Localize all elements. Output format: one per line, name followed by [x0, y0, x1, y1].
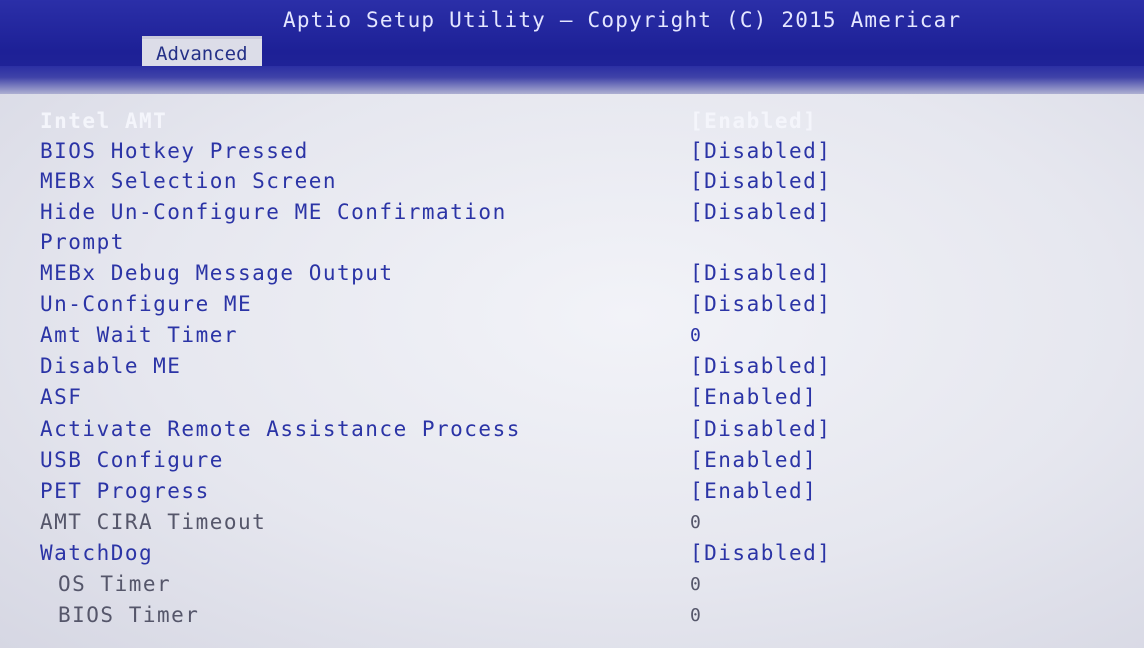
- setting-row-watchdog[interactable]: WatchDog [Disabled]: [0, 538, 1144, 569]
- setting-label: Disable ME: [40, 354, 182, 378]
- settings-panel: Intel AMT [Enabled] BIOS Hotkey Pressed …: [0, 94, 1144, 648]
- setting-value[interactable]: [Disabled]: [690, 258, 831, 289]
- setting-row-pet-progress[interactable]: PET Progress [Enabled]: [0, 476, 1144, 507]
- setting-row-os-timer: OS Timer 0: [0, 569, 1144, 600]
- setting-value[interactable]: [Enabled]: [690, 476, 817, 507]
- setting-value: 0: [690, 605, 703, 626]
- setting-value[interactable]: [Disabled]: [690, 166, 831, 197]
- setting-value[interactable]: [Disabled]: [690, 136, 831, 167]
- setting-row-bios-hotkey-pressed[interactable]: BIOS Hotkey Pressed [Disabled]: [0, 136, 1144, 167]
- setting-value[interactable]: [Enabled]: [690, 106, 817, 137]
- setting-row-disable-me[interactable]: Disable ME [Disabled]: [0, 351, 1144, 382]
- setting-value: 0: [690, 512, 703, 533]
- setting-label: Prompt: [40, 230, 125, 254]
- setting-label: ASF: [40, 385, 83, 409]
- setting-value[interactable]: [Disabled]: [690, 351, 831, 382]
- setting-label: BIOS Hotkey Pressed: [40, 139, 309, 163]
- setting-value[interactable]: 0: [690, 320, 702, 351]
- setting-label: MEBx Debug Message Output: [40, 261, 394, 285]
- setting-row-bios-timer: BIOS Timer 0: [0, 600, 1144, 631]
- setting-label: AMT CIRA Timeout: [40, 510, 267, 534]
- setting-row-usb-configure[interactable]: USB Configure [Enabled]: [0, 445, 1144, 476]
- setting-row-amt-wait-timer[interactable]: Amt Wait Timer 0: [0, 320, 1144, 351]
- setting-row-intel-amt[interactable]: Intel AMT [Enabled]: [0, 106, 1144, 137]
- setting-row-mebx-debug-message-output[interactable]: MEBx Debug Message Output [Disabled]: [0, 258, 1144, 289]
- setting-row-prompt-continuation: Prompt: [0, 227, 1144, 258]
- setting-value[interactable]: [Disabled]: [690, 414, 831, 445]
- setting-row-hide-unconfigure-me-confirmation[interactable]: Hide Un-Configure ME Confirmation [Disab…: [0, 197, 1144, 228]
- setting-row-unconfigure-me[interactable]: Un-Configure ME [Disabled]: [0, 289, 1144, 320]
- setting-label: USB Configure: [40, 448, 224, 472]
- setting-value[interactable]: [Disabled]: [690, 197, 831, 228]
- setting-label: BIOS Timer: [58, 603, 200, 627]
- setting-row-asf[interactable]: ASF [Enabled]: [0, 382, 1144, 413]
- setting-label: PET Progress: [40, 479, 210, 503]
- setting-row-activate-remote-assistance[interactable]: Activate Remote Assistance Process [Disa…: [0, 414, 1144, 445]
- setting-value[interactable]: [Disabled]: [690, 538, 831, 569]
- tab-advanced[interactable]: Advanced: [142, 36, 262, 69]
- setting-label: Intel AMT: [40, 109, 168, 133]
- window-title: Aptio Setup Utility – Copyright (C) 2015…: [283, 8, 962, 32]
- header-divider: [0, 66, 1144, 94]
- setting-label: WatchDog: [40, 541, 154, 565]
- setting-label: MEBx Selection Screen: [40, 169, 338, 193]
- setting-label: Amt Wait Timer: [40, 323, 239, 347]
- setting-value[interactable]: [Enabled]: [690, 445, 817, 476]
- setting-label: Un-Configure ME: [40, 292, 253, 316]
- setting-label: Activate Remote Assistance Process: [40, 417, 521, 441]
- setting-label: OS Timer: [58, 572, 172, 596]
- setting-value[interactable]: [Enabled]: [690, 382, 817, 413]
- setting-label: Hide Un-Configure ME Confirmation: [40, 200, 507, 224]
- setting-value: 0: [690, 574, 703, 595]
- setting-value[interactable]: [Disabled]: [690, 289, 831, 320]
- setting-row-mebx-selection-screen[interactable]: MEBx Selection Screen [Disabled]: [0, 166, 1144, 197]
- setting-row-amt-cira-timeout: AMT CIRA Timeout 0: [0, 507, 1144, 538]
